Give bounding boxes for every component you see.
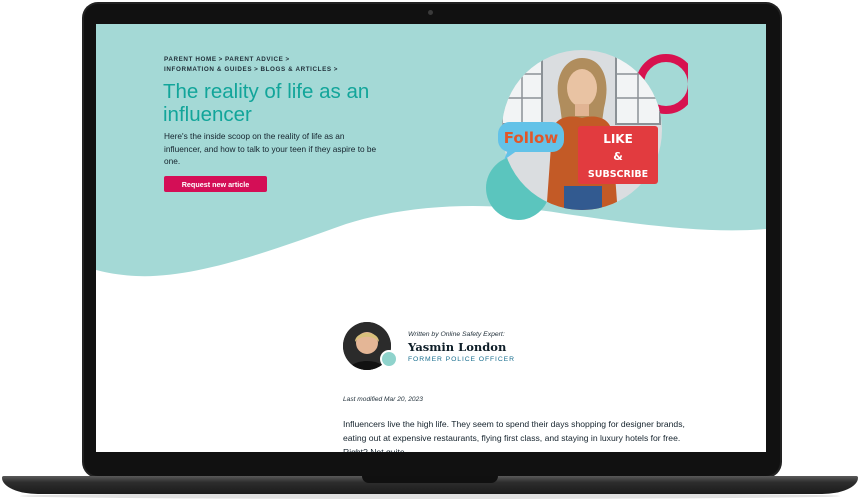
breadcrumb-separator: > (218, 56, 223, 63)
breadcrumb-separator: > (254, 66, 259, 73)
page-intro: Here's the inside scoop on the reality o… (164, 131, 377, 166)
svg-text:Follow: Follow (504, 129, 559, 147)
author-role: Former Police Officer (408, 356, 515, 363)
last-modified-date: Last modified Mar 20, 2023 (343, 396, 423, 403)
breadcrumb-separator: > (333, 66, 339, 73)
svg-text:LIKE: LIKE (603, 132, 633, 146)
browser-screen: Parent home > Parent advice > Information & … (96, 24, 766, 452)
webcam-icon (428, 10, 433, 15)
svg-text:SUBSCRIBE: SUBSCRIBE (588, 169, 648, 180)
breadcrumb-information-guides[interactable]: Information & guides (164, 65, 252, 75)
breadcrumb-separator: > (285, 56, 290, 63)
author-badge-icon (380, 350, 398, 368)
written-by-label: Written by Online Safety Expert: (408, 331, 505, 338)
breadcrumb-blogs-articles[interactable]: Blogs & articles (260, 65, 331, 75)
author-name[interactable]: Yasmin London (408, 340, 506, 354)
breadcrumb: Parent home > Parent advice > Information & … (164, 55, 364, 75)
svg-text:&: & (613, 150, 623, 163)
article-paragraph: Influencers live the high life. They see… (343, 419, 685, 452)
hero-influencer-image: Follow LIKE & SUBSCRIBE (486, 50, 688, 220)
request-new-article-button[interactable]: Request new article (164, 176, 267, 192)
like-subscribe-sign: LIKE & SUBSCRIBE (578, 126, 658, 184)
laptop-notch (362, 476, 498, 483)
breadcrumb-parent-home[interactable]: Parent home (164, 55, 217, 65)
breadcrumb-parent-advice[interactable]: Parent advice (225, 55, 284, 65)
page-title: The reality of life as an influencer (163, 80, 370, 126)
